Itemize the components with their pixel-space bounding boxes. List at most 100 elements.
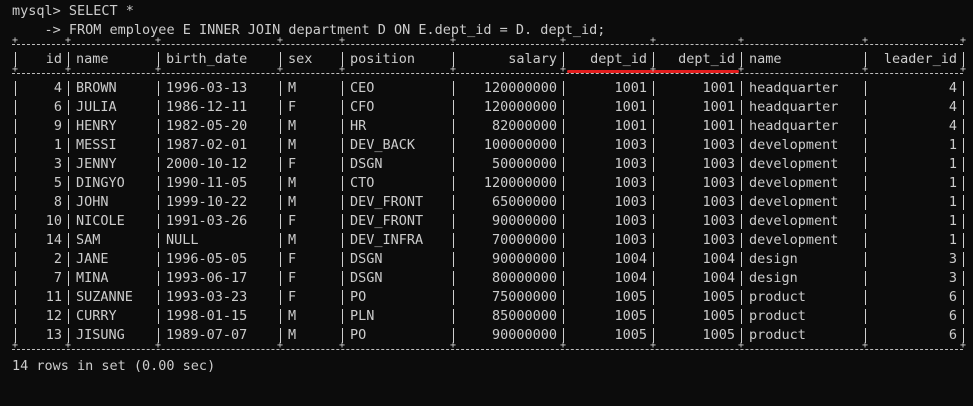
table-cell: 1001 — [702, 99, 735, 115]
table-cell: 1003 — [614, 137, 647, 153]
table-row: 9 HENRY 1982-05-20 M HR 82000000 1001 1001 headq… — [12, 117, 967, 136]
table-cell: 13 — [45, 327, 62, 343]
column-divider — [741, 252, 742, 267]
column-divider — [342, 100, 343, 115]
column-header: name — [749, 51, 782, 67]
column-divider — [15, 309, 16, 324]
separator-corner: + — [862, 35, 869, 46]
column-divider — [453, 233, 454, 248]
sql-command-from: FROM employee E INNER JOIN department D … — [68, 22, 606, 38]
column-divider — [68, 233, 69, 248]
table-cell: development — [749, 175, 839, 191]
separator-corner: + — [277, 64, 284, 75]
table-cell: 100000000 — [483, 137, 557, 153]
column-divider — [453, 290, 454, 305]
column-divider — [563, 119, 564, 134]
column-divider — [158, 233, 159, 248]
column-divider — [963, 138, 964, 153]
table-cell: development — [749, 137, 839, 153]
table-cell: MINA — [76, 270, 109, 286]
table-cell: F — [288, 251, 297, 267]
command-line-1: mysql> SELECT * — [12, 2, 967, 21]
table-cell: 1001 — [702, 118, 735, 134]
separator-corner: + — [738, 64, 745, 75]
table-cell: 1003 — [702, 194, 735, 210]
table-cell: DEV_INFRA — [350, 232, 424, 248]
table-cell: 82000000 — [491, 118, 557, 134]
column-divider — [342, 157, 343, 172]
table-cell: 1003 — [702, 232, 735, 248]
table-cell: 1005 — [614, 289, 647, 305]
table-cell: product — [749, 308, 806, 324]
column-header: position — [350, 51, 416, 67]
table-cell: DSGN — [350, 156, 383, 172]
separator-corner: + — [738, 35, 745, 46]
table-cell: product — [749, 327, 806, 343]
column-divider — [15, 252, 16, 267]
table-cell: 80000000 — [491, 270, 557, 286]
table-cell: 1004 — [614, 270, 647, 286]
column-divider — [563, 233, 564, 248]
table-cell: CTO — [350, 175, 375, 191]
column-divider — [280, 271, 281, 286]
column-divider — [563, 157, 564, 172]
column-divider — [865, 309, 866, 324]
column-divider — [68, 271, 69, 286]
column-divider — [280, 119, 281, 134]
column-divider — [741, 176, 742, 191]
table-cell: 1990-11-05 — [166, 175, 248, 191]
table-row: 10 NICOLE 1991-03-26 F DEV_FRONT 90000000 1003… — [12, 212, 967, 231]
table-cell: HENRY — [76, 118, 117, 134]
separator-corner: + — [339, 35, 346, 46]
table-cell: 1982-05-20 — [166, 118, 248, 134]
table-cell: HR — [350, 118, 367, 134]
column-divider — [342, 271, 343, 286]
sql-command-select: SELECT * — [68, 3, 134, 19]
table-row: 6 JULIA 1986-12-11 F CFO 120000000 1001 1001 hea… — [12, 98, 967, 117]
table-cell: F — [288, 289, 297, 305]
table-cell: JISUNG — [76, 327, 125, 343]
column-divider — [865, 252, 866, 267]
table-row: 2 JANE 1996-05-05 F DSGN 90000000 1004 1004 desi… — [12, 250, 967, 269]
table-cell: 6 — [53, 99, 62, 115]
column-divider — [865, 100, 866, 115]
column-divider — [865, 138, 866, 153]
separator-corner: + — [560, 35, 567, 46]
table-cell: 65000000 — [491, 194, 557, 210]
column-divider — [653, 233, 654, 248]
table-cell: development — [749, 213, 839, 229]
table-cell: 1 — [948, 213, 957, 229]
table-cell: 120000000 — [483, 80, 557, 96]
column-divider — [963, 309, 964, 324]
column-divider — [453, 214, 454, 229]
table-cell: 1003 — [614, 175, 647, 191]
table-cell: DINGYO — [76, 175, 125, 191]
column-divider — [453, 81, 454, 96]
column-divider — [653, 176, 654, 191]
column-divider — [865, 157, 866, 172]
column-divider — [741, 81, 742, 96]
column-divider — [68, 290, 69, 305]
table-cell: 2 — [53, 251, 62, 267]
table-cell: 1989-07-07 — [166, 327, 248, 343]
table-cell: CEO — [350, 80, 375, 96]
column-header: id — [45, 51, 62, 67]
column-divider — [280, 138, 281, 153]
column-divider — [653, 195, 654, 210]
table-cell: JOHN — [76, 194, 109, 210]
separator-corner: + — [738, 340, 745, 351]
table-row: 12 CURRY 1998-01-15 M PLN 85000000 1005 1005 pro… — [12, 307, 967, 326]
table-cell: M — [288, 80, 297, 96]
column-divider — [865, 214, 866, 229]
table-cell: DEV_FRONT — [350, 213, 424, 229]
column-divider — [280, 157, 281, 172]
terminal-output: mysql> SELECT * -> FROM employee E INNER… — [12, 2, 967, 376]
result-summary: 14 rows in set (0.00 sec) — [12, 358, 216, 374]
table-row: 8 JOHN 1999-10-22 M DEV_FRONT 65000000 1003 100… — [12, 193, 967, 212]
column-divider — [741, 271, 742, 286]
column-divider — [342, 233, 343, 248]
table-cell: development — [749, 156, 839, 172]
table-cell: 1003 — [614, 156, 647, 172]
table-cell: 1005 — [702, 308, 735, 324]
separator-corner: + — [65, 64, 72, 75]
